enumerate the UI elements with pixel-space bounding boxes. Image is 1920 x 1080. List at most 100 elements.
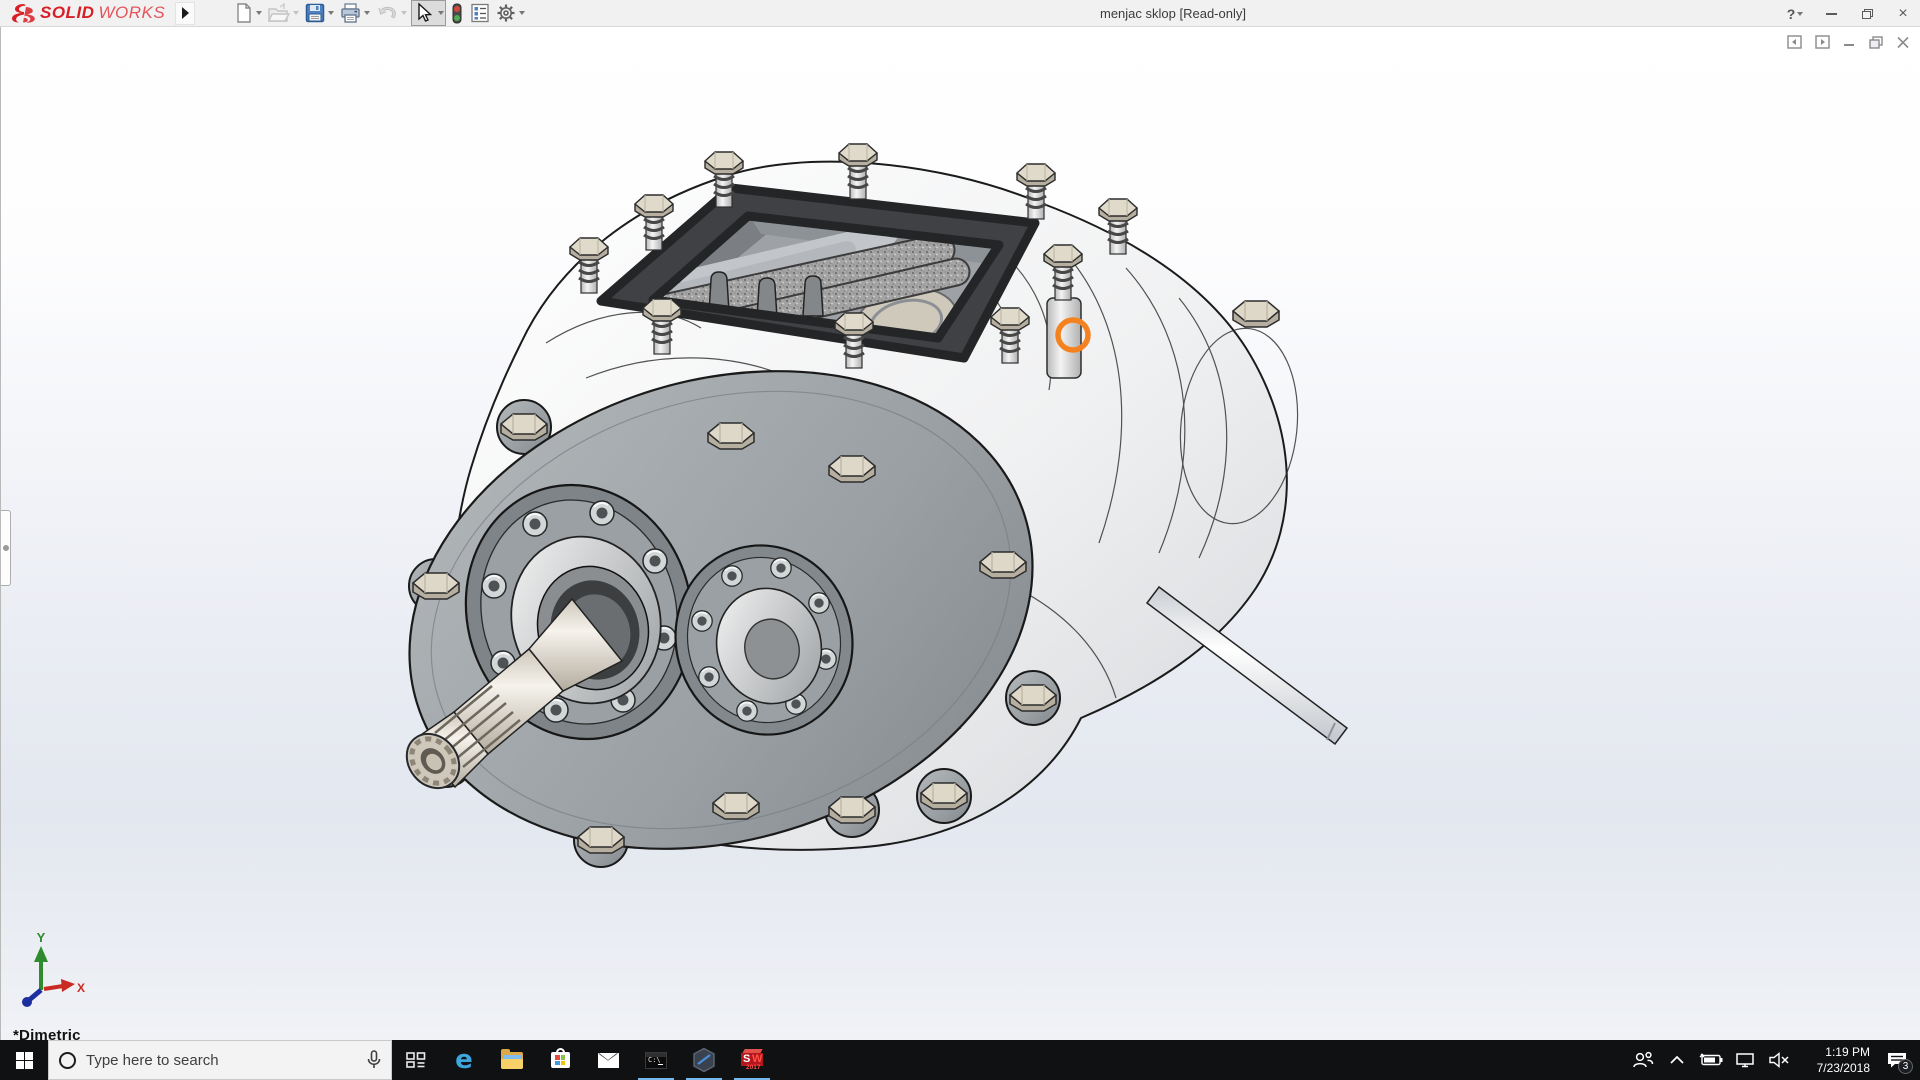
triad-y-label: Y — [37, 930, 46, 945]
dropdown-arrow-icon — [293, 11, 299, 15]
document-close-icon[interactable] — [1896, 36, 1910, 49]
hexagon-app-icon — [691, 1047, 717, 1073]
pane-toggle-left-icon[interactable] — [1787, 35, 1802, 49]
solidworks-2017-icon: S W 2017 — [741, 1049, 763, 1071]
volume-muted-icon — [1768, 1052, 1790, 1068]
task-view-icon — [405, 1050, 427, 1070]
splitter-dot-icon — [3, 545, 9, 551]
triad-x-label: X — [77, 981, 85, 995]
file-properties-button[interactable] — [468, 1, 492, 25]
stud-boss — [1047, 298, 1081, 378]
gearbox-model[interactable]: Y X — [1, 27, 1920, 1040]
taskbar-app-store[interactable] — [536, 1040, 584, 1080]
chevron-up-icon — [1669, 1055, 1685, 1065]
command-prompt-icon: C:\ — [645, 1052, 667, 1069]
select-tool-button[interactable] — [411, 0, 446, 26]
rebuild-traffic-light-icon — [450, 3, 464, 24]
taskbar-search-box[interactable]: Type here to search — [48, 1040, 392, 1080]
quick-access-toolbar — [233, 0, 527, 26]
open-document-button[interactable] — [266, 1, 301, 25]
solidworks-logo-glyph — [10, 3, 36, 23]
notification-badge: 3 — [1898, 1059, 1913, 1074]
search-placeholder-text: Type here to search — [86, 1052, 357, 1069]
document-minimize-icon[interactable] — [1843, 36, 1856, 48]
taskbar-clock[interactable]: 1:19 PM 7/23/2018 — [1798, 1044, 1874, 1076]
minimize-icon — [1826, 13, 1837, 15]
clock-time: 1:19 PM — [1802, 1044, 1870, 1060]
orientation-label: *Dimetric — [13, 1027, 81, 1040]
mail-icon — [598, 1053, 619, 1068]
save-icon — [305, 3, 325, 23]
network-icon — [1734, 1052, 1756, 1068]
solidworks-logo: SOLIDWORKS — [0, 0, 173, 27]
hidden-icons-button[interactable] — [1662, 1040, 1692, 1080]
help-button[interactable]: ? — [1784, 3, 1806, 25]
document-restore-icon[interactable] — [1869, 36, 1883, 49]
dropdown-arrow-icon — [401, 11, 407, 15]
system-tray: 1:19 PM 7/23/2018 3 — [1628, 1040, 1920, 1080]
print-icon — [340, 3, 361, 23]
window-controls: ? × — [1784, 0, 1914, 27]
cortana-icon — [59, 1052, 76, 1069]
windows-logo-icon — [16, 1052, 33, 1069]
taskbar-app-file-explorer[interactable] — [488, 1040, 536, 1080]
dropdown-arrow-icon[interactable] — [438, 11, 444, 15]
start-button[interactable] — [0, 1040, 48, 1080]
save-button[interactable] — [303, 1, 336, 25]
title-bar: SOLIDWORKS — [0, 0, 1920, 27]
volume-status[interactable] — [1764, 1040, 1794, 1080]
taskbar-app-edge[interactable]: e — [440, 1040, 488, 1080]
taskbar-app-hexagon[interactable] — [680, 1040, 728, 1080]
dropdown-arrow-icon[interactable] — [328, 11, 334, 15]
select-cursor-icon — [413, 2, 435, 24]
document-window-controls — [1787, 35, 1910, 49]
menu-flyout-button[interactable] — [175, 2, 195, 25]
brand-text-works: WORKS — [98, 3, 165, 23]
close-icon: × — [1898, 6, 1907, 22]
microsoft-store-icon — [551, 1052, 570, 1068]
dropdown-arrow-icon[interactable] — [256, 11, 262, 15]
graphics-viewport[interactable]: Y X *Dimetric — [0, 27, 1920, 1040]
microphone-icon[interactable] — [367, 1050, 381, 1070]
print-button[interactable] — [338, 1, 372, 25]
new-document-button[interactable] — [233, 1, 264, 25]
undo-icon — [376, 3, 398, 23]
document-title: menjac sklop [Read-only] — [1100, 6, 1246, 21]
gearbox-assembly[interactable]: Y X — [22, 144, 1347, 1007]
close-button[interactable]: × — [1892, 3, 1914, 25]
network-status[interactable] — [1730, 1040, 1760, 1080]
brand-text-solid: SOLID — [40, 3, 94, 23]
restore-button[interactable] — [1856, 3, 1878, 25]
people-icon — [1632, 1051, 1654, 1069]
undo-button[interactable] — [374, 1, 409, 25]
rear-hex-bolt[interactable] — [1233, 301, 1279, 327]
file-properties-icon — [470, 3, 490, 23]
taskbar-app-command-prompt[interactable]: C:\ — [632, 1040, 680, 1080]
open-document-icon — [268, 3, 290, 23]
rebuild-button[interactable] — [448, 1, 466, 26]
taskbar-app-mail[interactable] — [584, 1040, 632, 1080]
people-button[interactable] — [1628, 1040, 1658, 1080]
windows-taskbar: Type here to search e — [0, 1040, 1920, 1080]
options-gear-icon — [496, 3, 516, 23]
pane-toggle-right-icon[interactable] — [1815, 35, 1830, 49]
dropdown-arrow-icon[interactable] — [519, 11, 525, 15]
dropdown-arrow-icon — [1797, 12, 1803, 16]
taskbar-apps: e C:\ S — [392, 1040, 776, 1080]
minimize-button[interactable] — [1820, 3, 1842, 25]
new-document-icon — [235, 3, 253, 23]
feature-tree-collapsed-tab[interactable] — [1, 510, 11, 586]
file-explorer-icon — [501, 1052, 523, 1069]
dropdown-arrow-icon[interactable] — [364, 11, 370, 15]
battery-charging-icon — [1699, 1053, 1723, 1067]
clock-date: 7/23/2018 — [1802, 1060, 1870, 1076]
options-button[interactable] — [494, 1, 527, 25]
edge-icon: e — [455, 1047, 473, 1073]
flyout-arrow-icon — [182, 7, 189, 19]
restore-icon — [1862, 9, 1873, 19]
taskbar-app-solidworks[interactable]: S W 2017 — [728, 1040, 776, 1080]
battery-status[interactable] — [1696, 1040, 1726, 1080]
task-view-button[interactable] — [392, 1040, 440, 1080]
action-center-button[interactable]: 3 — [1878, 1040, 1916, 1080]
orientation-triad: Y X — [22, 930, 85, 1007]
